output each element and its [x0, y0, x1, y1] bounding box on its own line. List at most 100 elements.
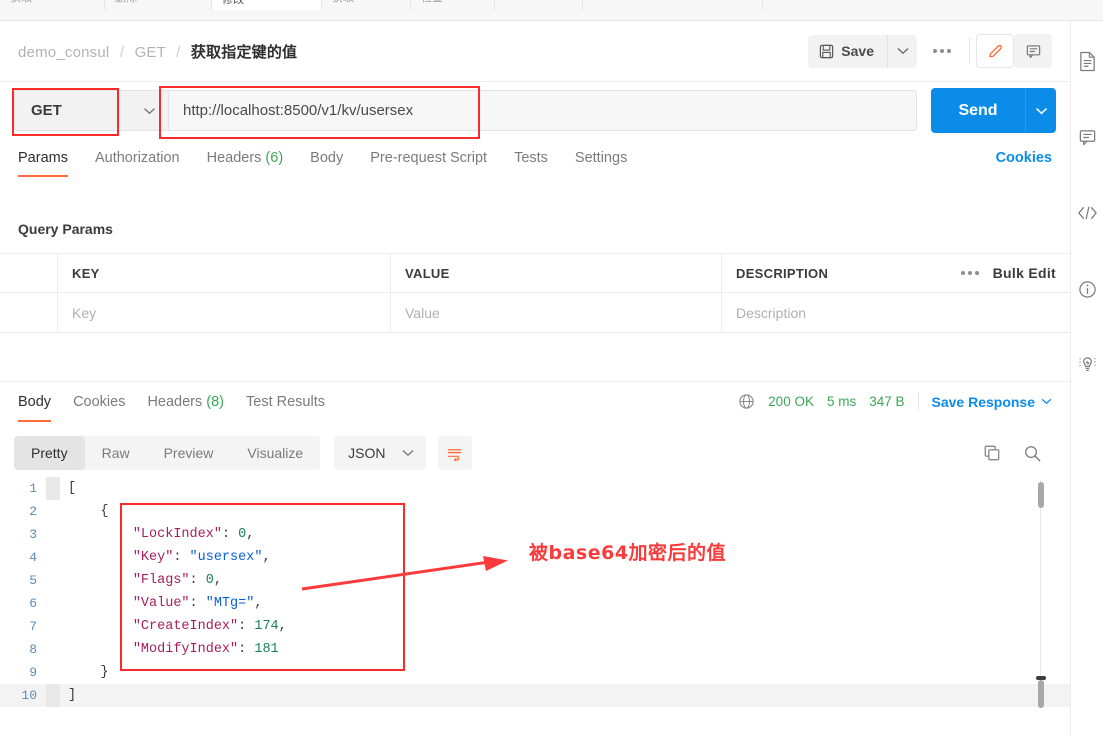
edit-button[interactable]	[976, 34, 1014, 68]
scrollbar-thumb[interactable]	[1038, 680, 1044, 708]
row-checkbox-cell[interactable]	[0, 293, 58, 332]
tab-label: Cookies	[73, 393, 126, 410]
annotation-arrow-icon	[301, 556, 508, 591]
lightbulb-icon[interactable]	[1071, 337, 1103, 389]
response-size: 347 B	[869, 394, 905, 409]
ellipsis-dot	[974, 271, 979, 275]
fold-gutter[interactable]	[46, 661, 60, 684]
send-button[interactable]: Send	[931, 88, 1025, 133]
code-line: 2 {	[0, 500, 1070, 523]
line-number: 3	[29, 527, 37, 542]
fold-gutter[interactable]	[46, 592, 60, 615]
divider	[969, 38, 970, 64]
line-number: 8	[29, 642, 37, 657]
word-wrap-button[interactable]	[437, 436, 472, 470]
pencil-icon	[988, 44, 1002, 57]
fold-gutter[interactable]	[46, 615, 60, 638]
tab-label: Headers	[206, 150, 262, 166]
code-token: :	[173, 550, 190, 565]
tab-params[interactable]: Params	[18, 139, 68, 177]
request-tab-label: list	[523, 0, 536, 1]
fold-gutter[interactable]	[46, 477, 60, 500]
comment-icon[interactable]	[1071, 111, 1103, 163]
request-tab[interactable]: 获取	[0, 0, 105, 10]
response-tab-body[interactable]: Body	[18, 382, 52, 422]
tab-pre-request-script[interactable]: Pre-request Script	[370, 139, 487, 177]
code-horizontal-scrollbar[interactable]	[1036, 676, 1046, 680]
request-tab-strip[interactable]: 获取 删除 修改 获取 检查 list	[0, 0, 1103, 21]
fold-gutter[interactable]	[46, 638, 60, 661]
request-tab-label: 修改	[222, 0, 244, 6]
documentation-icon[interactable]	[1071, 35, 1103, 87]
breadcrumb-collection[interactable]: demo_consul	[18, 44, 109, 61]
request-tab[interactable]: 删除	[105, 0, 212, 10]
fold-gutter[interactable]	[46, 500, 60, 523]
save-button[interactable]: Save	[808, 34, 887, 68]
view-mode-visualize[interactable]: Visualize	[230, 436, 320, 470]
view-mode-raw[interactable]: Raw	[85, 436, 147, 470]
save-options-button[interactable]	[887, 34, 917, 68]
scrollbar-thumb[interactable]	[1038, 482, 1044, 508]
tab-headers[interactable]: Headers (6)	[207, 139, 284, 177]
language-select[interactable]: JSON	[334, 436, 426, 470]
search-icon[interactable]	[1023, 444, 1042, 463]
save-response-label: Save Response	[931, 393, 1036, 410]
table-more-button[interactable]	[960, 271, 979, 275]
right-sidebar	[1070, 21, 1103, 735]
request-tab[interactable]: 获取	[322, 0, 411, 10]
select-all-cell[interactable]	[0, 254, 58, 292]
fold-gutter[interactable]	[46, 684, 60, 707]
tab-label: Settings	[574, 150, 628, 166]
tab-tests[interactable]: Tests	[514, 139, 548, 177]
code-vertical-scrollbar[interactable]	[1036, 480, 1045, 708]
page-title: 获取指定键的值	[190, 43, 298, 61]
copy-icon[interactable]	[983, 444, 1001, 462]
response-tab-cookies[interactable]: Cookies	[73, 382, 125, 422]
request-tab-active[interactable]: 修改	[212, 0, 322, 10]
tab-label: Tests	[514, 150, 548, 166]
tab-label: Body	[18, 393, 52, 410]
table-row[interactable]: Key Value Description	[0, 293, 1070, 333]
view-mode-preview[interactable]: Preview	[147, 436, 231, 470]
url-input[interactable]: http://localhost:8500/v1/kv/usersex	[169, 90, 917, 131]
response-tab-test-results[interactable]: Test Results	[246, 382, 325, 422]
code-token: "CreateIndex"	[132, 619, 239, 634]
send-options-button[interactable]	[1025, 88, 1056, 133]
comment-button[interactable]	[1014, 34, 1052, 68]
code-icon[interactable]	[1071, 187, 1103, 239]
bulk-edit-button[interactable]: Bulk Edit	[993, 265, 1056, 281]
cell-key[interactable]: Key	[58, 293, 391, 332]
fold-gutter[interactable]	[46, 546, 60, 569]
method-select[interactable]: GET	[14, 90, 169, 131]
tab-label: Test Results	[246, 393, 325, 410]
code-token: ]	[68, 688, 77, 703]
tab-body[interactable]: Body	[310, 139, 343, 177]
code-token: :	[189, 596, 206, 611]
info-icon[interactable]	[1071, 263, 1103, 315]
cookies-link[interactable]: Cookies	[996, 150, 1052, 166]
save-response-button[interactable]: Save Response	[932, 394, 1053, 410]
cell-value[interactable]: Value	[391, 293, 722, 332]
code-token: "LockIndex"	[132, 527, 222, 542]
fold-gutter[interactable]	[46, 523, 60, 546]
request-tab[interactable]: list	[495, 0, 583, 10]
tab-settings[interactable]: Settings	[575, 139, 627, 177]
code-token: "MTg="	[205, 596, 255, 611]
view-mode-pretty[interactable]: Pretty	[14, 436, 85, 470]
save-button-label: Save	[841, 43, 874, 59]
breadcrumb-method[interactable]: GET	[135, 44, 166, 61]
code-token: "ModifyIndex"	[132, 642, 239, 657]
cell-description[interactable]: Description	[722, 293, 1070, 332]
request-tab[interactable]: 检查	[411, 0, 495, 10]
breadcrumb-row: demo_consul / GET / 获取指定键的值 Save	[0, 21, 1070, 82]
response-body-code[interactable]: 1[2 {3 "LockIndex": 0, 4 "Key": "usersex"…	[0, 477, 1070, 707]
line-number: 2	[29, 504, 37, 519]
tab-authorization[interactable]: Authorization	[95, 139, 180, 177]
request-tab[interactable]	[583, 0, 763, 10]
fold-gutter[interactable]	[46, 569, 60, 592]
more-actions-button[interactable]	[917, 49, 967, 53]
response-tab-headers[interactable]: Headers (8)	[147, 382, 224, 422]
